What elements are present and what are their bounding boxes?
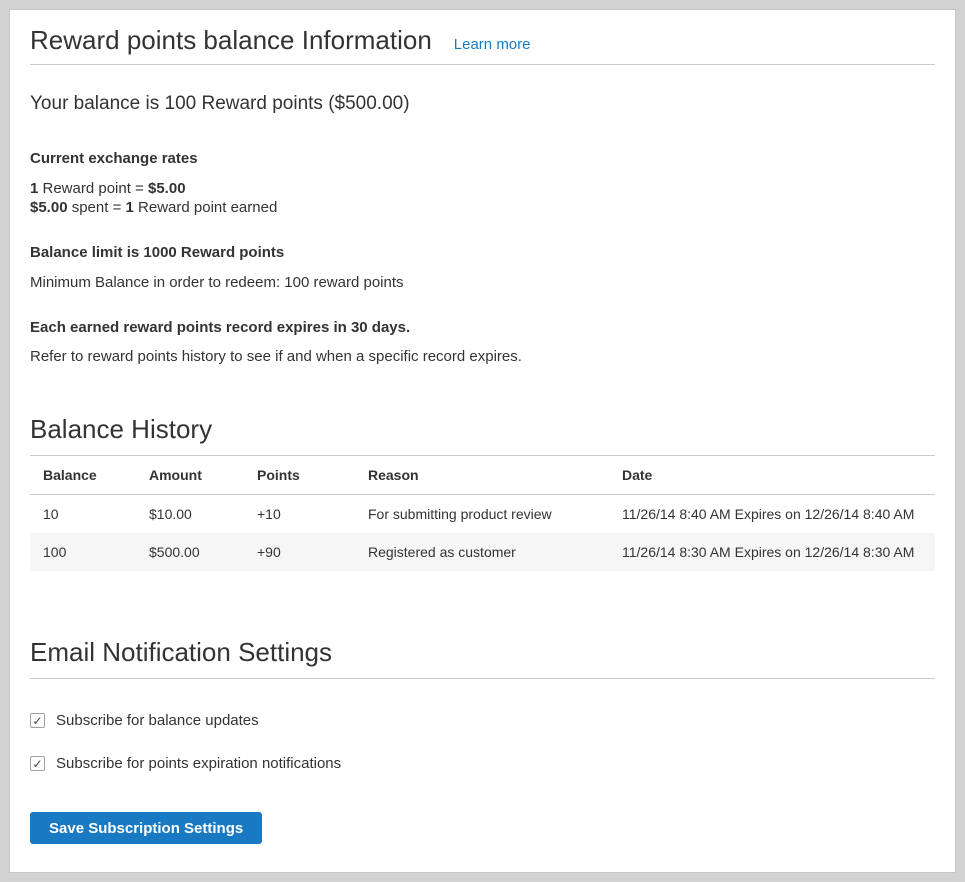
- col-header-reason: Reason: [355, 456, 609, 495]
- table-header-row: Balance Amount Points Reason Date: [30, 456, 935, 495]
- page-title: Reward points balance Information: [30, 23, 432, 57]
- rate-line-2: $5.00 spent = 1 Reward point earned: [30, 199, 277, 216]
- balance-history-title: Balance History: [30, 414, 935, 456]
- expiration-notifications-checkbox[interactable]: [30, 756, 45, 771]
- cell-amount: $500.00: [136, 533, 244, 571]
- minimum-balance-text: Minimum Balance in order to redeem: 100 …: [30, 273, 935, 292]
- cell-balance: 100: [30, 533, 136, 571]
- panel-header: Reward points balance Information Learn …: [30, 23, 935, 65]
- exchange-rates-heading: Current exchange rates: [30, 149, 935, 168]
- col-header-points: Points: [244, 456, 355, 495]
- table-row: 100 $500.00 +90 Registered as customer 1…: [30, 533, 935, 571]
- reward-points-panel: Reward points balance Information Learn …: [9, 9, 956, 873]
- balance-limit-heading: Balance limit is 1000 Reward points: [30, 243, 935, 262]
- col-header-date: Date: [609, 456, 935, 495]
- col-header-amount: Amount: [136, 456, 244, 495]
- cell-points: +90: [244, 533, 355, 571]
- subscribe-expiration-notifications-row: Subscribe for points expiration notifica…: [30, 755, 935, 772]
- expiration-note: Refer to reward points history to see if…: [30, 347, 935, 366]
- exchange-rates-text: 1 Reward point = $5.00 $5.00 spent = 1 R…: [30, 179, 935, 217]
- cell-date: 11/26/14 8:30 AM Expires on 12/26/14 8:3…: [609, 533, 935, 571]
- expiration-heading: Each earned reward points record expires…: [30, 318, 935, 337]
- learn-more-link[interactable]: Learn more: [454, 36, 531, 53]
- col-header-balance: Balance: [30, 456, 136, 495]
- cell-reason: Registered as customer: [355, 533, 609, 571]
- rate-line-1: 1 Reward point = $5.00: [30, 180, 186, 197]
- table-row: 10 $10.00 +10 For submitting product rev…: [30, 495, 935, 534]
- expiration-notifications-label: Subscribe for points expiration notifica…: [56, 755, 341, 772]
- cell-balance: 10: [30, 495, 136, 534]
- balance-history-table: Balance Amount Points Reason Date 10 $10…: [30, 456, 935, 571]
- balance-updates-checkbox[interactable]: [30, 713, 45, 728]
- balance-summary: Your balance is 100 Reward points ($500.…: [30, 92, 935, 116]
- cell-amount: $10.00: [136, 495, 244, 534]
- email-settings-title: Email Notification Settings: [30, 637, 935, 679]
- balance-updates-label: Subscribe for balance updates: [56, 712, 259, 729]
- cell-date: 11/26/14 8:40 AM Expires on 12/26/14 8:4…: [609, 495, 935, 534]
- subscribe-balance-updates-row: Subscribe for balance updates: [30, 712, 935, 729]
- cell-points: +10: [244, 495, 355, 534]
- save-subscription-settings-button[interactable]: Save Subscription Settings: [30, 812, 262, 844]
- cell-reason: For submitting product review: [355, 495, 609, 534]
